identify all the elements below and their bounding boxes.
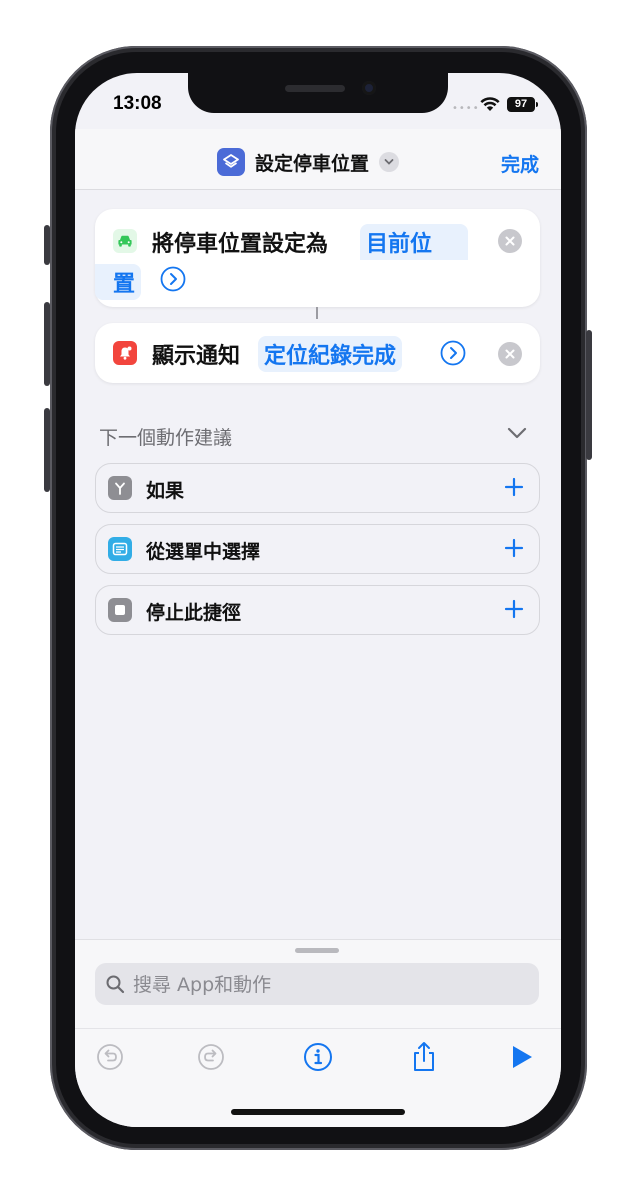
- home-indicator[interactable]: [231, 1109, 405, 1115]
- done-button[interactable]: 完成: [501, 150, 539, 177]
- stop-icon: [108, 598, 132, 622]
- undo-button[interactable]: [93, 1040, 127, 1074]
- battery-icon: 97: [507, 97, 538, 112]
- location-token[interactable]: 目前位: [360, 224, 469, 260]
- add-icon[interactable]: [501, 535, 527, 561]
- shortcut-title: 設定停車位置: [255, 152, 370, 175]
- notification-message-token[interactable]: 定位紀錄完成: [258, 336, 403, 372]
- earpiece: [285, 85, 345, 92]
- notification-bell-icon: [113, 341, 137, 365]
- share-icon: [414, 1042, 434, 1071]
- suggestion-choose-from-menu[interactable]: 從選單中選擇: [95, 524, 540, 574]
- remove-action-icon[interactable]: [498, 342, 522, 366]
- cellular-signal-icon: ••••: [452, 103, 480, 114]
- info-icon: [304, 1043, 332, 1071]
- suggestion-if[interactable]: 如果: [95, 463, 540, 513]
- chevron-right-circle-icon[interactable]: [160, 266, 186, 292]
- info-button[interactable]: [301, 1040, 335, 1074]
- action-connector: [316, 307, 318, 319]
- shortcut-title-menu[interactable]: 設定停車位置: [217, 147, 400, 177]
- branch-icon: [108, 476, 132, 500]
- navigation-bar: 設定停車位置 完成: [75, 129, 561, 190]
- add-icon[interactable]: [501, 596, 527, 622]
- undo-icon: [97, 1044, 123, 1070]
- status-time: 13:08: [113, 93, 162, 114]
- location-token-wrap[interactable]: 置: [95, 264, 142, 300]
- suggestion-stop-shortcut[interactable]: 停止此捷徑: [95, 585, 540, 635]
- search-bar[interactable]: [95, 963, 539, 1007]
- run-button[interactable]: [505, 1040, 539, 1074]
- suggestion-label: 如果: [146, 480, 185, 502]
- screen: 13:08 •••• 97 設定停車位置 完成 將停車位置設定為 目前位 置 顯…: [75, 73, 561, 1127]
- sheet-grabber[interactable]: [295, 948, 339, 953]
- suggestions-title: 下一個動作建議: [99, 427, 233, 449]
- silent-switch: [44, 225, 50, 265]
- remove-action-icon[interactable]: [498, 229, 522, 253]
- volume-down-button: [44, 408, 50, 492]
- search-input[interactable]: [131, 963, 525, 1007]
- share-button[interactable]: [407, 1040, 441, 1074]
- menu-icon: [108, 537, 132, 561]
- add-icon[interactable]: [501, 474, 527, 500]
- volume-up-button: [44, 302, 50, 386]
- chevron-down-icon: [379, 152, 400, 172]
- chevron-right-circle-icon[interactable]: [440, 340, 466, 366]
- search-icon: [106, 975, 125, 994]
- car-icon: [113, 229, 137, 253]
- toolbar-divider: [75, 1028, 561, 1029]
- shortcuts-layers-icon: [217, 148, 245, 176]
- action-search-sheet: [75, 939, 561, 1127]
- notch: [188, 73, 448, 113]
- collapse-chevron-icon[interactable]: [507, 427, 527, 439]
- power-button: [586, 330, 592, 460]
- redo-icon: [198, 1044, 224, 1070]
- action-text: 將停車位置設定為: [152, 232, 329, 257]
- action-set-parking-location[interactable]: 將停車位置設定為 目前位 置: [95, 209, 540, 307]
- wifi-icon: [479, 96, 501, 116]
- suggestion-label: 停止此捷徑: [146, 602, 242, 624]
- front-camera: [362, 81, 376, 95]
- play-icon: [513, 1046, 532, 1068]
- suggestion-label: 從選單中選擇: [146, 541, 261, 563]
- redo-button[interactable]: [194, 1040, 228, 1074]
- action-show-notification[interactable]: 顯示通知 定位紀錄完成: [95, 323, 540, 383]
- action-text: 顯示通知: [152, 344, 241, 369]
